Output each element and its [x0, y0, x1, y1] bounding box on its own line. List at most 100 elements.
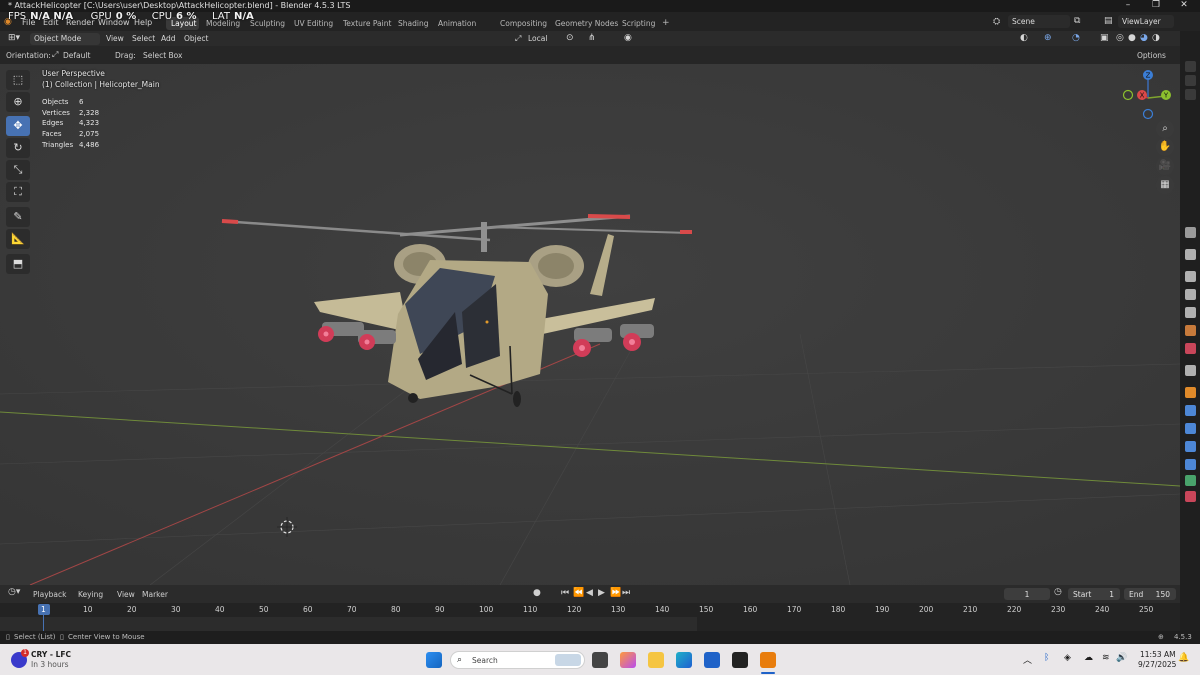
play-icon[interactable]: ▶: [598, 588, 605, 598]
perspective-grid-icon[interactable]: ▦: [1156, 176, 1174, 194]
scale-tool-button[interactable]: ⤡: [6, 160, 30, 180]
notification-bell-icon[interactable]: 🔔: [1178, 653, 1189, 663]
start-menu-icon[interactable]: [426, 652, 442, 668]
navigation-gizmo[interactable]: Z Y X: [1118, 68, 1174, 124]
scene-selector[interactable]: Scene: [1008, 15, 1070, 28]
constraints-tab-icon[interactable]: [1185, 459, 1196, 470]
cursor-tool-button[interactable]: ⊕: [6, 92, 30, 112]
proportional-edit-icon[interactable]: ◉: [624, 33, 632, 43]
options-dropdown[interactable]: Options: [1137, 51, 1166, 60]
tool-tab-icon[interactable]: [1185, 227, 1196, 238]
preview-range-icon[interactable]: ◷: [1054, 587, 1062, 597]
transform-orientation-dropdown[interactable]: Local: [528, 34, 547, 43]
rotate-tool-button[interactable]: ↻: [6, 138, 30, 158]
store-icon[interactable]: [704, 652, 720, 668]
keying-menu[interactable]: Keying: [78, 590, 103, 599]
tab-compositing[interactable]: Compositing: [500, 19, 547, 28]
shading-rendered-icon[interactable]: ◑: [1152, 33, 1160, 43]
add-cube-tool-button[interactable]: ⬒: [6, 254, 30, 274]
shading-wireframe-icon[interactable]: ◎: [1116, 33, 1124, 43]
marker-menu[interactable]: Marker: [142, 590, 168, 599]
minimize-icon[interactable]: –: [1118, 0, 1138, 12]
measure-tool-button[interactable]: 📐: [6, 229, 30, 249]
taskbar-search-input[interactable]: ⌕ Search: [450, 651, 585, 669]
select-tool-button[interactable]: ⬚: [6, 70, 30, 90]
timeline-editor-icon[interactable]: ◷▾: [8, 587, 20, 597]
tab-texture-paint[interactable]: Texture Paint: [343, 19, 391, 28]
current-frame-field[interactable]: 1: [1004, 588, 1050, 600]
camera-view-icon[interactable]: 🎥: [1156, 157, 1174, 175]
volume-icon[interactable]: 🔊: [1116, 653, 1127, 663]
move-tool-button[interactable]: ✥: [6, 116, 30, 136]
shading-material-icon[interactable]: ◕: [1140, 33, 1148, 43]
next-keyframe-icon[interactable]: ⏩: [610, 588, 621, 598]
menu-add[interactable]: Add: [161, 34, 176, 43]
end-frame-field[interactable]: End 150: [1124, 588, 1176, 600]
3d-viewport[interactable]: ⬚ ⊕ ✥ ↻ ⤡ ⛶ ✎ 📐 ⬒ User Perspective (1) C…: [0, 64, 1180, 585]
camera-icon-3[interactable]: [1185, 89, 1196, 100]
view-layer-selector[interactable]: ViewLayer: [1118, 15, 1174, 28]
weather-title[interactable]: CRY - LFC: [31, 650, 71, 659]
tab-shading[interactable]: Shading: [398, 19, 428, 28]
new-scene-icon[interactable]: ⧉: [1074, 16, 1080, 26]
gizmo-toggle-icon[interactable]: ⊕: [1044, 33, 1052, 43]
zoom-icon[interactable]: ⌕: [1156, 120, 1174, 138]
material-tab-icon[interactable]: [1185, 491, 1196, 502]
pivot-icon[interactable]: ⊙: [566, 33, 574, 43]
menu-object[interactable]: Object: [184, 34, 208, 43]
tray-chevron-icon[interactable]: ︿: [1023, 653, 1032, 666]
wifi-icon[interactable]: ≋: [1102, 653, 1110, 663]
file-explorer-icon[interactable]: [648, 652, 664, 668]
xray-icon[interactable]: ▣: [1100, 33, 1109, 43]
gizmo-neg-z[interactable]: [1142, 108, 1154, 120]
shading-solid-icon[interactable]: ●: [1128, 33, 1136, 43]
particles-tab-icon[interactable]: [1185, 423, 1196, 434]
tab-uv-editing[interactable]: UV Editing: [294, 19, 333, 28]
physics-tab-icon[interactable]: [1185, 441, 1196, 452]
timeline-view-menu[interactable]: View: [117, 590, 135, 599]
mode-dropdown[interactable]: Object Mode: [30, 33, 100, 45]
tab-geometry-nodes[interactable]: Geometry Nodes: [555, 19, 618, 28]
edge-browser-icon[interactable]: [676, 652, 692, 668]
tools-icon[interactable]: [1185, 249, 1196, 260]
copilot-icon[interactable]: [620, 652, 636, 668]
add-workspace-icon[interactable]: +: [662, 18, 670, 28]
transform-tool-button[interactable]: ⛶: [6, 182, 30, 202]
tray-app-icon[interactable]: ◈: [1064, 653, 1071, 663]
clock-time[interactable]: 11:53 AM: [1140, 650, 1176, 659]
pan-hand-icon[interactable]: ✋: [1156, 138, 1174, 156]
playback-menu[interactable]: Playback: [33, 590, 66, 599]
timeline-ruler[interactable]: 1 10 20 30 40 50 60 70 80 90 100 110 120 130 140 150 160…: [0, 603, 1180, 631]
view-layer-tab-icon[interactable]: [1185, 307, 1196, 318]
editor-type-icon[interactable]: ⊞▾: [8, 33, 20, 43]
close-icon[interactable]: ✕: [1174, 0, 1194, 12]
menu-select[interactable]: Select: [132, 34, 155, 43]
start-frame-field[interactable]: Start 1: [1068, 588, 1120, 600]
auto-key-icon[interactable]: ●: [533, 588, 541, 598]
modifier-tab-icon[interactable]: [1185, 405, 1196, 416]
prev-keyframe-icon[interactable]: ⏪: [573, 588, 584, 598]
output-icon[interactable]: [1185, 289, 1196, 300]
orientation-dropdown[interactable]: Default: [63, 51, 90, 60]
camera-icon-2[interactable]: [1185, 75, 1196, 86]
clock-date[interactable]: 9/27/2025: [1138, 660, 1176, 669]
collection-tab-icon[interactable]: [1185, 365, 1196, 376]
jump-end-icon[interactable]: ⏭: [622, 588, 630, 598]
blender-taskbar-icon[interactable]: [760, 652, 776, 668]
annotate-tool-button[interactable]: ✎: [6, 207, 30, 227]
overlay-toggle-icon[interactable]: ◔: [1072, 33, 1080, 43]
tab-animation[interactable]: Animation: [438, 19, 476, 28]
bluetooth-icon[interactable]: ᛒ: [1044, 653, 1049, 663]
task-view-icon[interactable]: [592, 652, 608, 668]
play-reverse-icon[interactable]: ◀: [586, 588, 593, 598]
menu-view[interactable]: View: [106, 34, 124, 43]
data-tab-icon[interactable]: [1185, 475, 1196, 486]
snap-icon[interactable]: ⋔: [588, 33, 596, 43]
world-tab-icon[interactable]: [1185, 343, 1196, 354]
drag-dropdown[interactable]: Select Box: [143, 51, 182, 60]
jump-start-icon[interactable]: ⏮: [561, 588, 569, 598]
render-icon[interactable]: [1185, 271, 1196, 282]
tab-scripting[interactable]: Scripting: [622, 19, 655, 28]
visibility-icon[interactable]: ◐: [1020, 33, 1028, 43]
epic-games-icon[interactable]: [732, 652, 748, 668]
